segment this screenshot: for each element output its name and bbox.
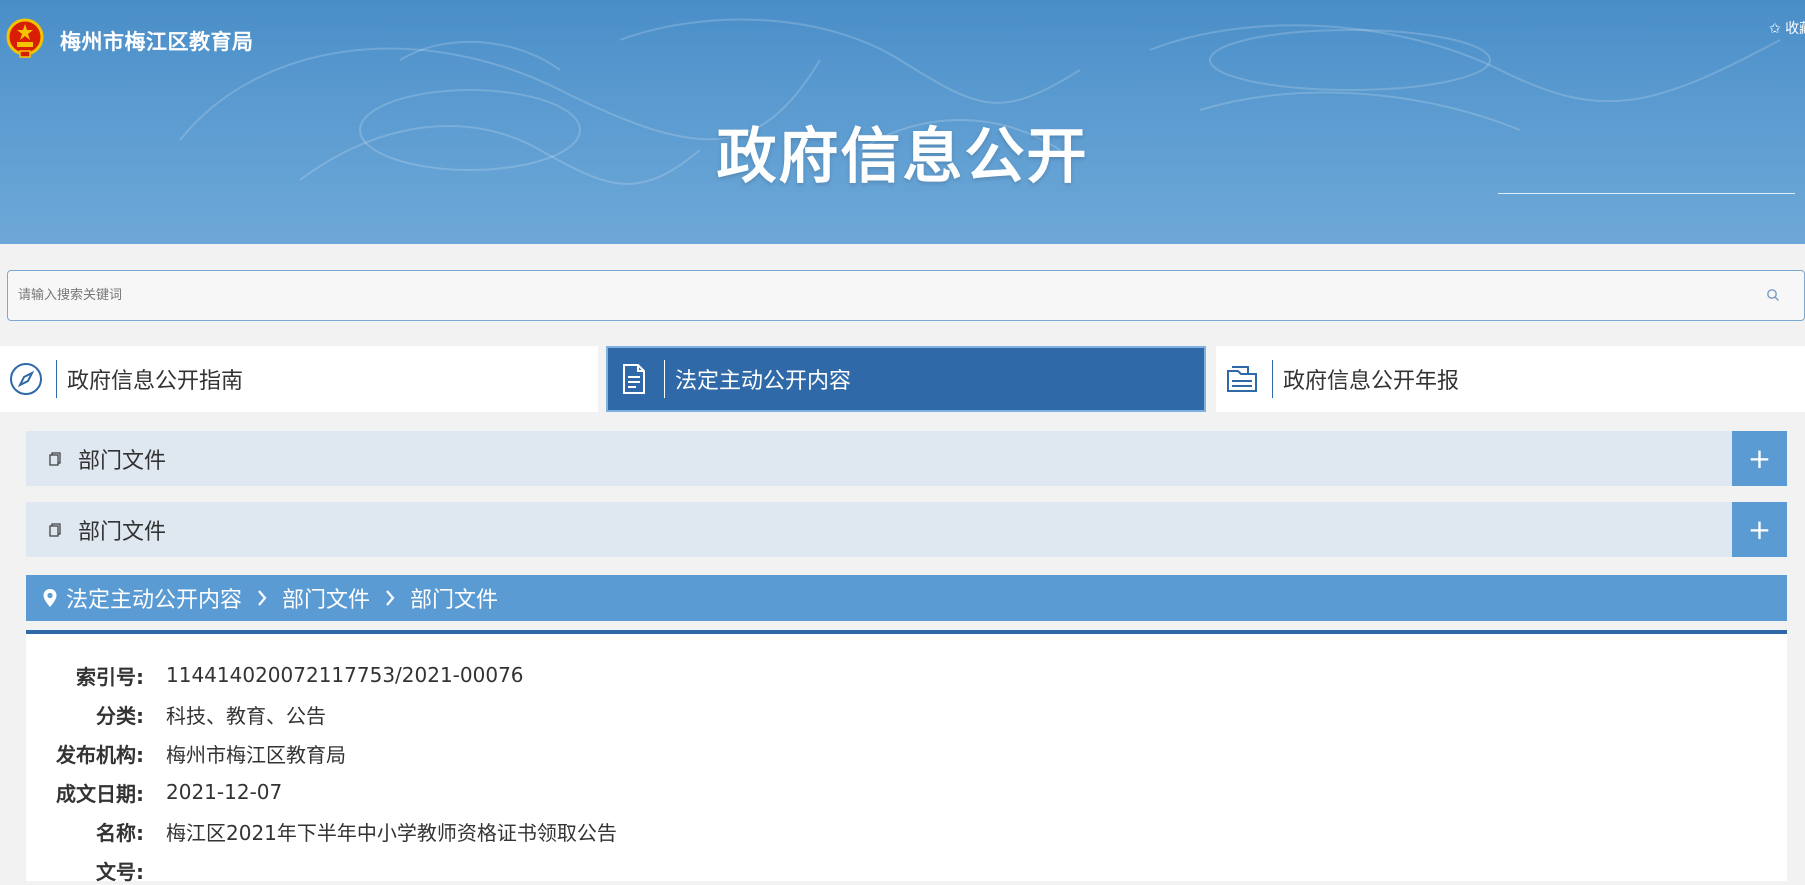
expand-button[interactable]: + xyxy=(1732,502,1787,557)
meta-row-date: 成文日期: 2021-12-07 xyxy=(26,777,282,807)
section-department-files[interactable]: 部门文件 + xyxy=(26,431,1787,486)
breadcrumb-item[interactable]: 部门文件 xyxy=(282,582,370,614)
section-label: 部门文件 xyxy=(78,519,167,545)
meta-row-category: 分类: 科技、教育、公告 xyxy=(26,699,326,729)
national-emblem-icon xyxy=(6,18,44,58)
breadcrumb-item[interactable]: 法定主动公开内容 xyxy=(66,582,242,614)
section-label: 部门文件 xyxy=(78,448,167,474)
meta-value: 科技、教育、公告 xyxy=(166,703,326,728)
tab-annual-report[interactable]: 政府信息公开年报 xyxy=(1216,346,1805,412)
document-icon xyxy=(623,364,645,394)
breadcrumb: 法定主动公开内容 部门文件 部门文件 xyxy=(26,575,1787,621)
meta-value: 梅州市梅江区教育局 xyxy=(166,742,346,767)
meta-key: 发布机构: xyxy=(56,742,144,767)
tab-separator xyxy=(664,360,665,398)
section-department-files[interactable]: 部门文件 + xyxy=(26,502,1787,557)
page-title: 政府信息公开 xyxy=(716,122,1089,192)
compass-icon xyxy=(10,363,42,395)
meta-row-name: 名称: 梅江区2021年下半年中小学教师资格证书领取公告 xyxy=(26,816,617,846)
tab-separator xyxy=(1272,360,1273,398)
tab-label: 政府信息公开指南 xyxy=(67,369,244,394)
document-metadata: 索引号: 114414020072117753/2021-00076 分类: 科… xyxy=(26,634,1787,884)
header-banner: 梅州市梅江区教育局 ✩ 收藏 政府信息公开 xyxy=(0,0,1805,244)
meta-row-publisher: 发布机构: 梅州市梅江区教育局 xyxy=(26,738,346,768)
meta-value: 114414020072117753/2021-00076 xyxy=(166,663,524,687)
search-input[interactable] xyxy=(16,271,1736,320)
chevron-right-icon xyxy=(258,590,267,606)
tab-disclosure-guide[interactable]: 政府信息公开指南 xyxy=(0,346,598,412)
meta-key: 名称: xyxy=(96,820,144,845)
expand-button[interactable]: + xyxy=(1732,431,1787,486)
meta-value: 2021-12-07 xyxy=(166,780,283,804)
tab-statutory-content[interactable]: 法定主动公开内容 xyxy=(606,346,1206,412)
chevron-right-icon xyxy=(386,590,395,606)
breadcrumb-item[interactable]: 部门文件 xyxy=(410,582,498,614)
copy-icon xyxy=(49,451,61,466)
location-pin-icon xyxy=(43,589,57,607)
meta-key: 成文日期: xyxy=(56,781,144,806)
meta-key: 分类: xyxy=(96,703,144,728)
folder-icon xyxy=(1227,366,1257,392)
copy-icon xyxy=(49,522,61,537)
meta-key: 文号: xyxy=(96,859,144,884)
tab-label: 政府信息公开年报 xyxy=(1283,369,1460,394)
tab-label: 法定主动公开内容 xyxy=(675,369,852,394)
search-icon[interactable] xyxy=(1766,288,1780,302)
meta-value: 梅江区2021年下半年中小学教师资格证书领取公告 xyxy=(166,820,617,845)
tab-separator xyxy=(56,360,57,398)
title-divider xyxy=(1498,193,1795,194)
search-bar xyxy=(7,270,1805,321)
meta-row-index: 索引号: 114414020072117753/2021-00076 xyxy=(26,660,524,690)
favorite-link[interactable]: ✩ 收藏 xyxy=(1769,18,1805,38)
meta-key: 索引号: xyxy=(76,664,144,689)
org-name[interactable]: 梅州市梅江区教育局 xyxy=(60,26,254,56)
